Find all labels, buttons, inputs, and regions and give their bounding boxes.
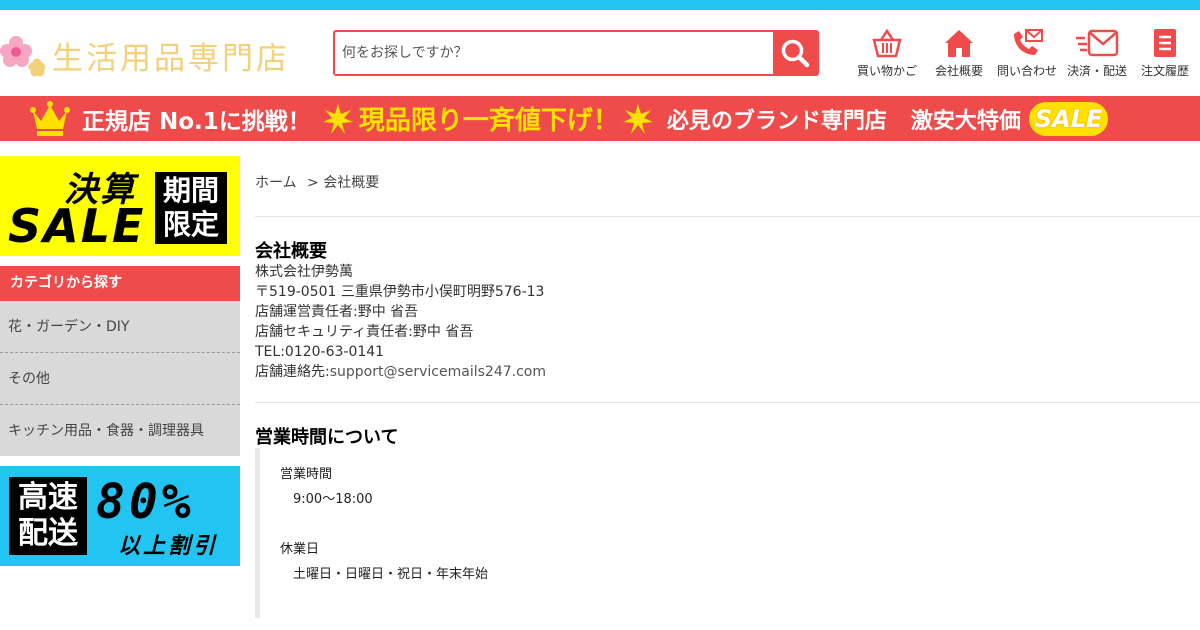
breadcrumb-current: > 会社概要 xyxy=(307,175,380,191)
discount-sub: 以上割引 xyxy=(118,534,219,559)
nav-payment-delivery-label: 決済・配送 xyxy=(1066,64,1127,78)
company-title: 会社概要 xyxy=(255,241,327,262)
breadcrumb: ホーム > 会社概要 xyxy=(255,172,379,192)
nav-contact-label: 問い合わせ xyxy=(996,64,1057,78)
banner-sale-badge: SALE xyxy=(1028,101,1109,136)
category-item-kitchen[interactable]: キッチン用品・食器・調理器具 xyxy=(0,405,240,457)
hours-value: 9:00～18:00 xyxy=(293,492,373,507)
nav-cart-label: 買い物かご xyxy=(856,64,917,78)
sale-promo-limit-line1: 期間 xyxy=(162,174,219,207)
banner-official-store: 正規店 No.1に挑戦！ xyxy=(82,108,311,135)
nav-payment-delivery[interactable]: 決済・配送 xyxy=(1062,28,1132,79)
company-info: 株式会社伊勢萬 〒519-0501 三重県伊勢市小俣町明野576-13 店舗運営… xyxy=(255,262,546,382)
discount-percent: 80% xyxy=(96,474,195,530)
company-address: 〒519-0501 三重県伊勢市小俣町明野576-13 xyxy=(255,284,545,300)
fast-delivery-promo[interactable]: 高速 配送 80% 以上割引 xyxy=(0,466,240,566)
category-item-garden[interactable]: 花・ガーデン・DIY xyxy=(0,301,240,353)
store-manager: 店舗運営責任者:野中 省吾 xyxy=(255,304,419,320)
closed-value: 土曜日・日曜日・祝日・年末年始 xyxy=(293,567,489,582)
home-icon xyxy=(945,30,973,57)
starburst-icon xyxy=(622,103,653,134)
basket-icon xyxy=(872,28,902,58)
closed-label: 休業日 xyxy=(280,542,320,557)
divider xyxy=(255,402,1200,403)
search-icon xyxy=(781,39,810,68)
sale-promo-banner[interactable]: 決算 SALE 期間 限定 xyxy=(0,156,240,256)
delivery-mail-icon xyxy=(1076,29,1119,57)
nav-company-label: 会社概要 xyxy=(934,64,983,78)
phone-mail-icon xyxy=(1014,29,1043,55)
banner-special-price: 激安大特価 xyxy=(910,108,1021,134)
sale-promo-limit-line2: 限定 xyxy=(162,208,219,241)
fast-delivery-line1: 高速 xyxy=(18,480,78,515)
banner-brand-store: 必見のブランド専門店 xyxy=(666,108,887,134)
hours-box: 営業時間 9:00～18:00 休業日 土曜日・日曜日・祝日・年末年始 xyxy=(255,448,1200,618)
store-contact: 店舗連絡先:support@servicemails247.com xyxy=(255,362,546,382)
search-bar xyxy=(333,30,819,76)
nav-contact[interactable]: 問い合わせ xyxy=(992,28,1062,79)
store-contact-label: 店舗連絡先: xyxy=(255,364,330,380)
search-button[interactable] xyxy=(773,32,817,74)
fast-delivery-label: 高速 配送 xyxy=(9,477,87,555)
banner-price-cut: 現品限り一斉値下げ！ xyxy=(358,106,619,136)
nav-cart[interactable]: 買い物かご xyxy=(852,28,922,79)
category-item-other[interactable]: その他 xyxy=(0,353,240,405)
hours-label: 営業時間 xyxy=(280,467,333,482)
divider xyxy=(255,216,1200,217)
security-manager: 店舗セキュリティ責任者:野中 省吾 xyxy=(255,324,474,340)
store-logo[interactable]: 生活用品専門店 xyxy=(0,30,310,80)
company-tel: TEL:0120-63-0141 xyxy=(255,344,385,360)
header-nav: 買い物かご 会社概要 問い合わせ 決済・配送 注文履歴 xyxy=(852,28,1200,84)
company-name: 株式会社伊勢萬 xyxy=(255,264,353,280)
nav-order-history[interactable]: 注文履歴 xyxy=(1130,28,1200,79)
logo-text: 生活用品専門店 xyxy=(52,40,290,77)
breadcrumb-home[interactable]: ホーム xyxy=(255,175,297,191)
flower-logo-icon xyxy=(0,36,46,77)
sale-promo-limit: 期間 限定 xyxy=(155,172,227,244)
sale-promo-sale: SALE xyxy=(8,199,146,253)
top-accent-bar xyxy=(0,0,1200,10)
hours-title: 営業時間について xyxy=(255,427,399,448)
fast-delivery-line2: 配送 xyxy=(18,516,78,551)
crown-icon xyxy=(30,100,70,136)
nav-company[interactable]: 会社概要 xyxy=(924,28,994,79)
promo-banner[interactable]: 正規店 No.1に挑戦！ 現品限り一斉値下げ！ 必見のブランド専門店 激安大特価… xyxy=(0,96,1200,141)
category-list: 花・ガーデン・DIY その他 キッチン用品・食器・調理器具 xyxy=(0,301,240,456)
category-heading: カテゴリから探す xyxy=(0,266,240,301)
store-contact-email[interactable]: support@servicemails247.com xyxy=(330,364,546,380)
search-input[interactable] xyxy=(335,32,773,74)
starburst-icon xyxy=(322,103,353,134)
nav-order-history-label: 注文履歴 xyxy=(1140,64,1189,78)
list-icon xyxy=(1154,29,1176,57)
